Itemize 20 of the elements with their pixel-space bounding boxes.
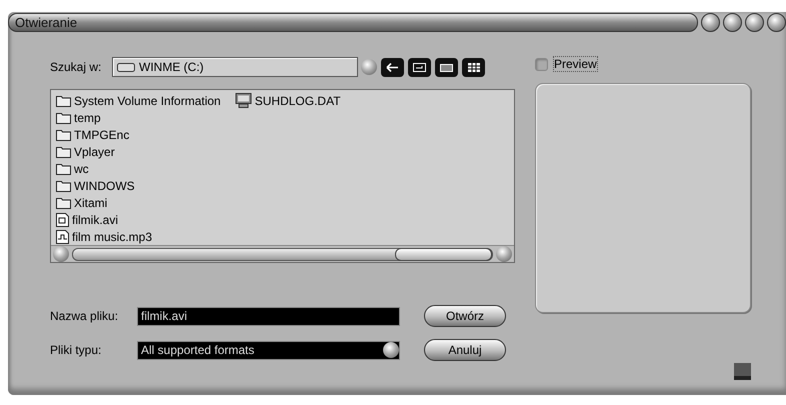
file-name-label: Nazwa pliku: (50, 309, 120, 323)
file-item[interactable]: SUHDLOG.DAT (232, 92, 343, 109)
file-item[interactable]: TMPGEnc (54, 126, 223, 143)
open-button[interactable]: Otwórz (424, 305, 506, 327)
file-name-field[interactable]: filmik.avi (137, 306, 400, 326)
file-type-label: Pliki typu: (50, 343, 102, 357)
file-item[interactable]: wc (54, 160, 223, 177)
look-in-label: Szukaj w: (50, 60, 102, 74)
window-title: Otwieranie (15, 14, 78, 30)
file-type-dropdown[interactable]: All supported formats (137, 340, 400, 360)
file-item[interactable]: WINDOWS (54, 177, 223, 194)
preview-label: Preview (554, 57, 597, 71)
cancel-button[interactable]: Anuluj (424, 339, 506, 361)
file-item[interactable]: Xitami (54, 194, 223, 211)
file-item[interactable]: Vplayer (54, 143, 223, 160)
look-in-dropdown[interactable]: WINME (C:) (112, 57, 358, 77)
file-item[interactable]: filmik.avi (54, 211, 223, 228)
file-item[interactable]: System Volume Information (54, 92, 223, 109)
file-item[interactable]: film music.mp3 (54, 228, 223, 245)
file-item[interactable]: temp (54, 109, 223, 126)
